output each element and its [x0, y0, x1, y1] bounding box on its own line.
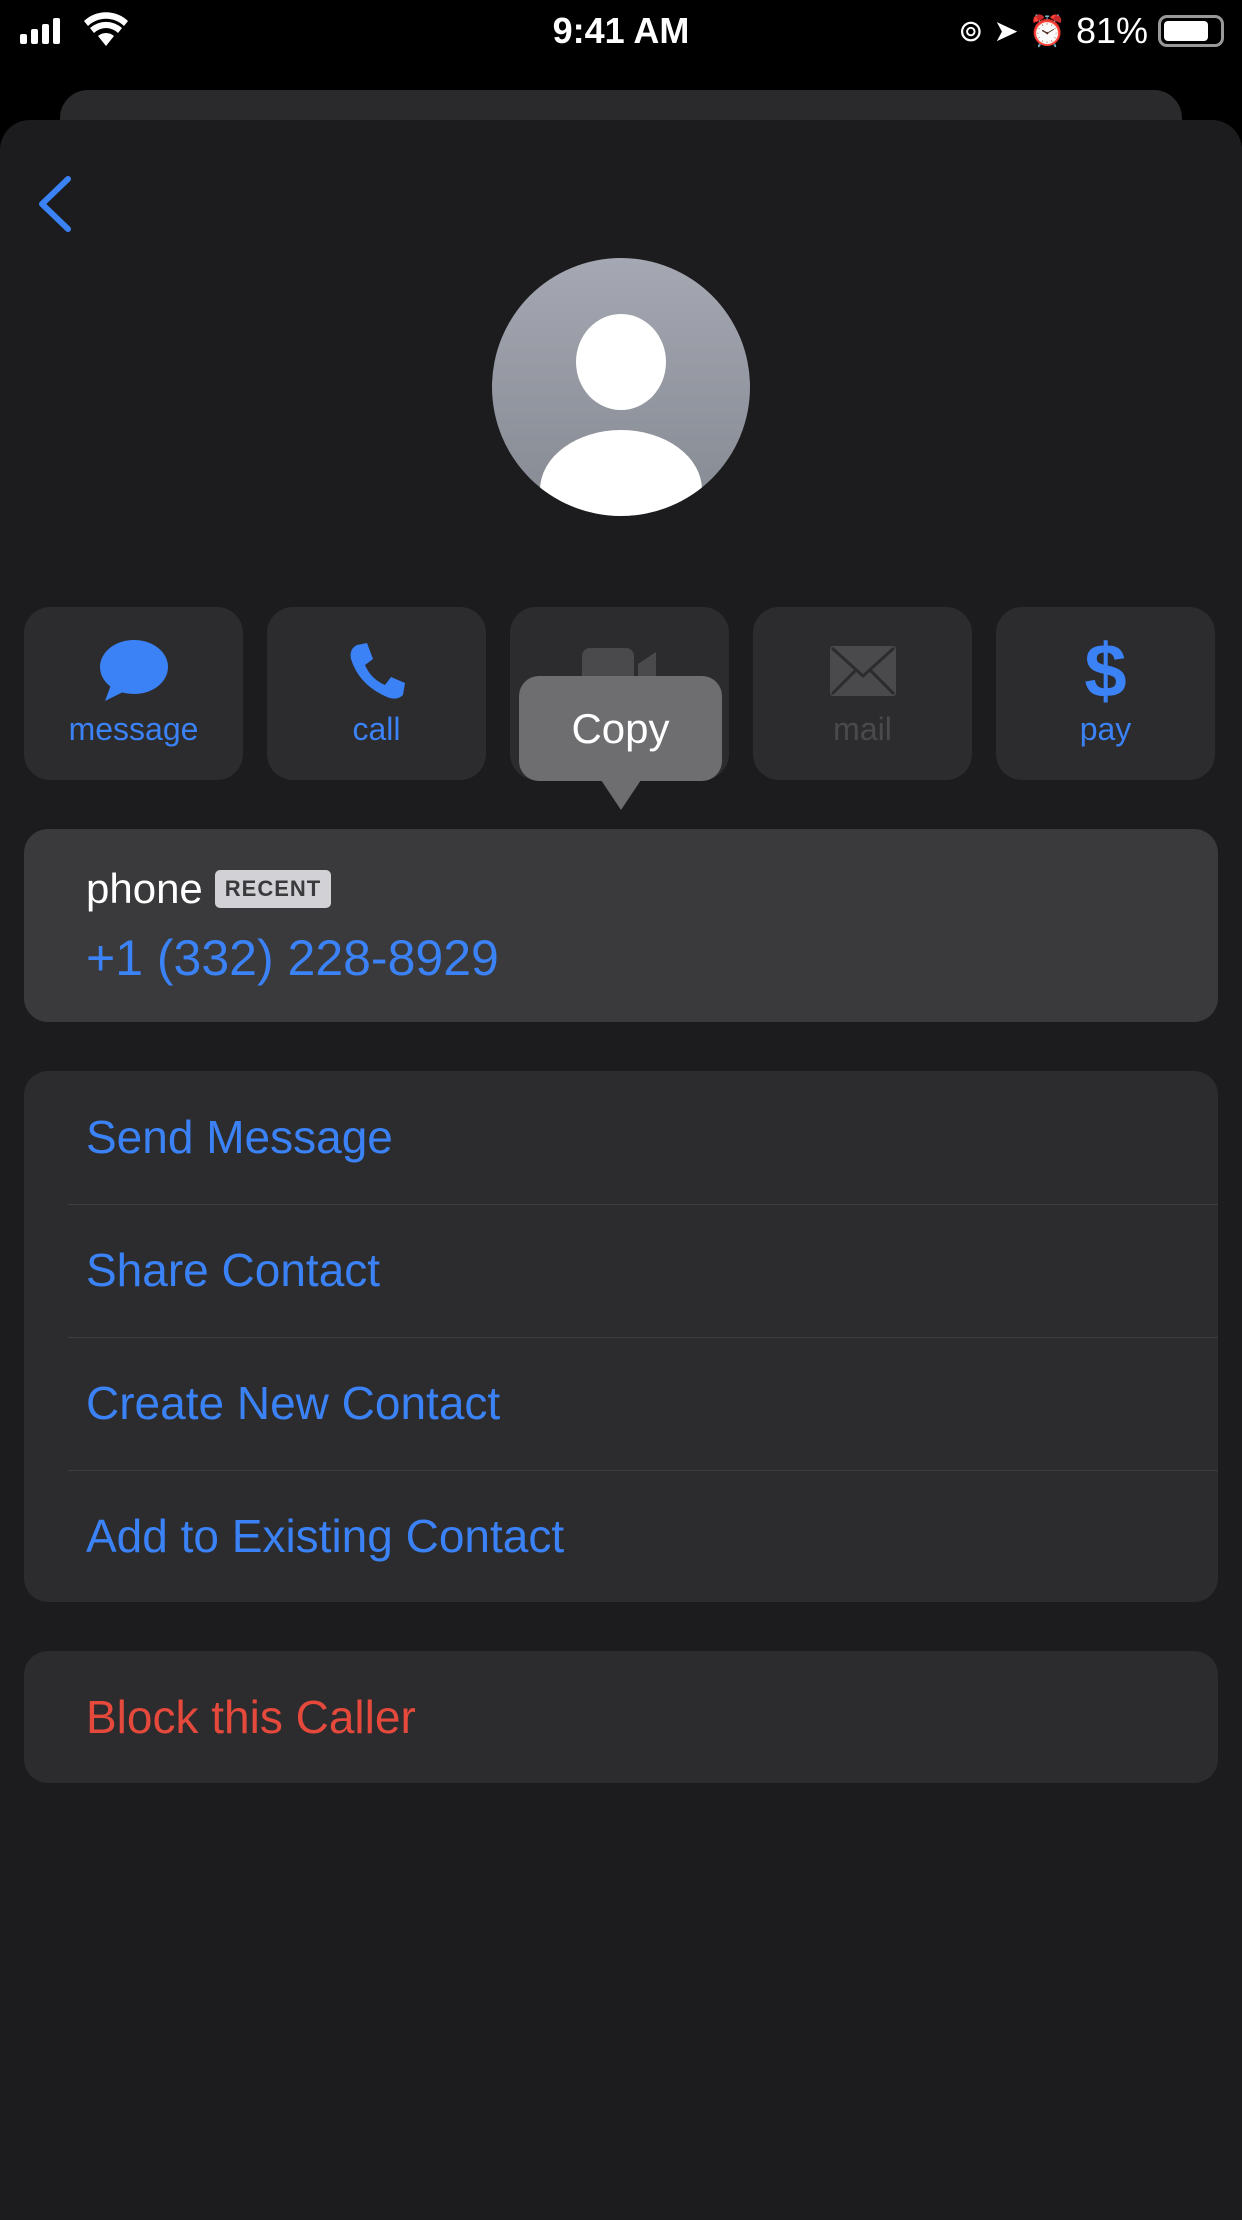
avatar — [492, 258, 750, 516]
block-caller-button[interactable]: Block this Caller — [24, 1651, 1218, 1784]
mail-button[interactable]: mail — [753, 607, 972, 780]
phone-card[interactable]: phone RECENT +1 (332) 228-8929 — [24, 829, 1218, 1022]
dollar-icon: $ — [1084, 628, 1127, 714]
call-button[interactable]: call — [267, 607, 486, 780]
envelope-icon — [829, 646, 896, 696]
battery-icon — [1158, 15, 1224, 47]
orientation-lock-icon: ⊚ — [958, 14, 984, 48]
create-new-contact-item[interactable]: Create New Contact — [24, 1337, 1218, 1470]
copy-tooltip[interactable]: Copy — [519, 676, 722, 810]
block-card: Block this Caller — [24, 1651, 1218, 1783]
phone-label: phone — [86, 865, 203, 912]
message-bubble-icon — [99, 640, 168, 701]
actions-list: Send Message Share Contact Create New Co… — [24, 1071, 1218, 1602]
message-button[interactable]: message — [24, 607, 243, 780]
alarm-icon: ⏰ — [1028, 14, 1066, 48]
phone-icon — [350, 643, 405, 699]
add-to-existing-contact-item[interactable]: Add to Existing Contact — [24, 1470, 1218, 1603]
send-message-item[interactable]: Send Message — [24, 1071, 1218, 1204]
phone-number[interactable]: +1 (332) 228-8929 — [86, 929, 499, 987]
share-contact-item[interactable]: Share Contact — [24, 1204, 1218, 1337]
back-chevron-icon[interactable] — [34, 175, 74, 233]
battery-percent: 81% — [1075, 10, 1148, 51]
pay-button[interactable]: $ pay — [996, 607, 1215, 780]
status-bar: 9:41 AM ⊚ ➤ ⏰ 81% — [0, 0, 1242, 70]
location-arrow-icon: ➤ — [993, 14, 1019, 48]
recent-badge: RECENT — [214, 870, 332, 908]
